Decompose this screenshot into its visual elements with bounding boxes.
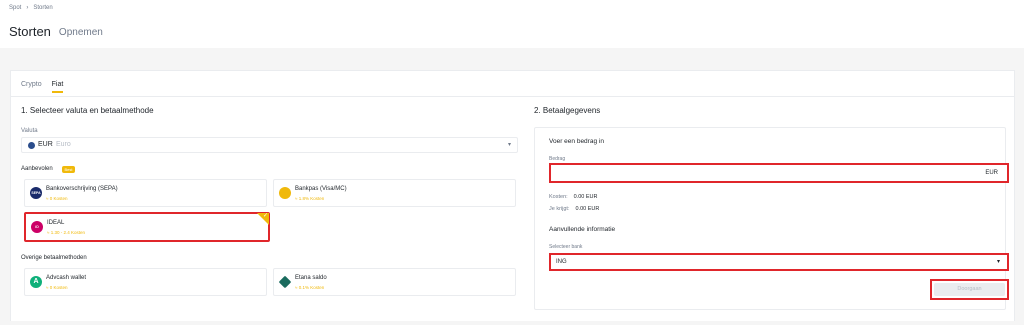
continue-button-label: Doorgaan — [934, 283, 1005, 296]
etana-icon — [278, 275, 292, 289]
extra-info-heading: Aanvullende informatie — [549, 226, 616, 233]
breadcrumb-spot-link[interactable]: Spot — [9, 5, 21, 11]
method-fee: ≈ 0.1% Kosten — [295, 285, 325, 290]
other-methods-label: Overige betaalmethoden — [21, 255, 87, 261]
divider — [11, 96, 1014, 97]
top-tabs: Storten Opnemen — [9, 24, 103, 39]
currency-code: EUR — [38, 141, 53, 148]
currency-label: Valuta — [21, 128, 38, 134]
fee-label: Kosten: — [549, 194, 568, 200]
method-name: IDEAL — [47, 220, 65, 226]
best-badge: Best — [62, 166, 75, 173]
advcash-icon: A — [30, 276, 42, 288]
chevron-down-icon: ▾ — [507, 142, 511, 148]
chevron-right-icon: › — [26, 5, 29, 11]
sub-tabs: Crypto Fiat — [21, 81, 64, 93]
receive-value: 0.00 EUR — [575, 206, 600, 212]
method-fee: ≈ 1.30 - 2.4 Kosten — [47, 230, 85, 235]
method-etana[interactable]: Etana saldo ≈ 0.1% Kosten — [273, 268, 516, 296]
bank-label: Selecteer bank — [549, 244, 583, 250]
breadcrumb: Spot › Storten — [9, 5, 53, 11]
receive-label: Je krijgt: — [549, 206, 570, 212]
footer-strip — [0, 321, 1024, 325]
method-sepa[interactable]: SEPA Bankoverschrijving (SEPA) ≈ 0 Koste… — [24, 179, 267, 207]
method-name: Etana saldo — [295, 275, 327, 281]
step2-title: 2. Betaalgegevens — [534, 106, 601, 115]
method-name: Advcash wallet — [46, 275, 87, 281]
bank-select[interactable]: ING ▾ — [549, 253, 1009, 271]
tab-withdraw[interactable]: Opnemen — [59, 27, 103, 38]
method-fee: ≈ 0 Kosten — [46, 196, 68, 201]
method-fee: ≈ 1.8% Kosten — [295, 196, 325, 201]
card-icon — [279, 187, 291, 199]
euro-icon — [28, 142, 35, 149]
receive-row: Je krijgt: 0.00 EUR — [549, 206, 599, 212]
ideal-icon: iD — [31, 221, 43, 233]
method-fee: ≈ 0 Kosten — [46, 285, 68, 290]
method-bankcard[interactable]: Bankpas (Visa/MC) ≈ 1.8% Kosten — [273, 179, 516, 207]
tab-fiat[interactable]: Fiat — [51, 81, 64, 93]
tab-deposit[interactable]: Storten — [9, 24, 51, 39]
payment-details-box: Voer een bedrag in Bedrag EUR Kosten: 0.0… — [534, 127, 1009, 310]
fee-row: Kosten: 0.00 EUR — [549, 194, 598, 200]
amount-currency: EUR — [985, 170, 998, 176]
deposit-panel: Crypto Fiat 1. Selecteer valuta en betaa… — [10, 70, 1015, 322]
method-ideal[interactable]: iD IDEAL ≈ 1.30 - 2.4 Kosten ✓ — [24, 212, 270, 242]
method-name: Bankpas (Visa/MC) — [295, 186, 347, 192]
bank-value: ING — [556, 259, 567, 265]
method-advcash[interactable]: A Advcash wallet ≈ 0 Kosten — [24, 268, 267, 296]
amount-heading: Voer een bedrag in — [549, 138, 604, 145]
step1-title: 1. Selecteer valuta en betaalmethode — [21, 106, 154, 115]
currency-select[interactable]: EUR Euro ▾ — [21, 137, 518, 153]
page-header: Spot › Storten Storten Opnemen — [0, 0, 1024, 48]
breadcrumb-current: Storten — [33, 5, 53, 11]
recommended-label: Aanbevolen — [21, 166, 53, 172]
sepa-icon: SEPA — [30, 187, 42, 199]
continue-button[interactable]: Doorgaan — [930, 279, 1009, 300]
amount-label: Bedrag — [549, 156, 566, 162]
currency-name: Euro — [56, 141, 71, 148]
check-icon: ✓ — [262, 213, 268, 219]
fee-value: 0.00 EUR — [573, 194, 598, 200]
chevron-down-icon: ▾ — [996, 259, 1000, 265]
method-name: Bankoverschrijving (SEPA) — [46, 186, 118, 192]
amount-input[interactable]: EUR — [549, 163, 1009, 183]
tab-crypto[interactable]: Crypto — [21, 81, 42, 93]
